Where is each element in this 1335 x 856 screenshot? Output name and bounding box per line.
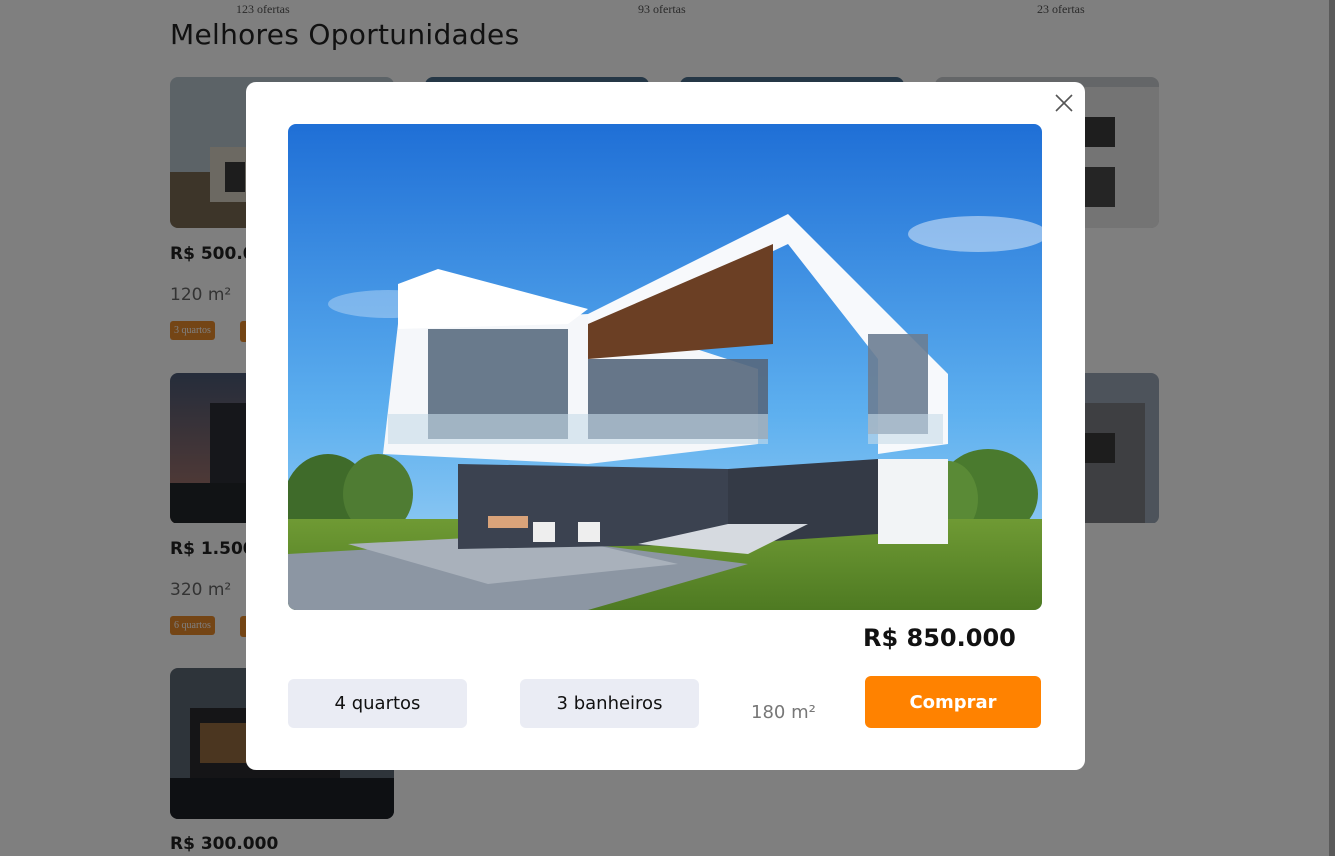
property-modal: R$ 850.000 4 quartos 3 banheiros 180 m² … bbox=[246, 82, 1085, 770]
bathrooms-label: 3 banheiros bbox=[556, 693, 663, 714]
bedrooms-label: 4 quartos bbox=[334, 693, 421, 714]
bedrooms-chip: 4 quartos bbox=[288, 679, 467, 728]
modal-price: R$ 850.000 bbox=[863, 624, 1016, 652]
property-photo bbox=[288, 124, 1042, 610]
close-icon[interactable] bbox=[1052, 91, 1076, 115]
scrollbar[interactable] bbox=[1329, 0, 1335, 856]
area-label: 180 m² bbox=[751, 702, 816, 723]
buy-button[interactable]: Comprar bbox=[865, 676, 1041, 728]
bathrooms-chip: 3 banheiros bbox=[520, 679, 699, 728]
